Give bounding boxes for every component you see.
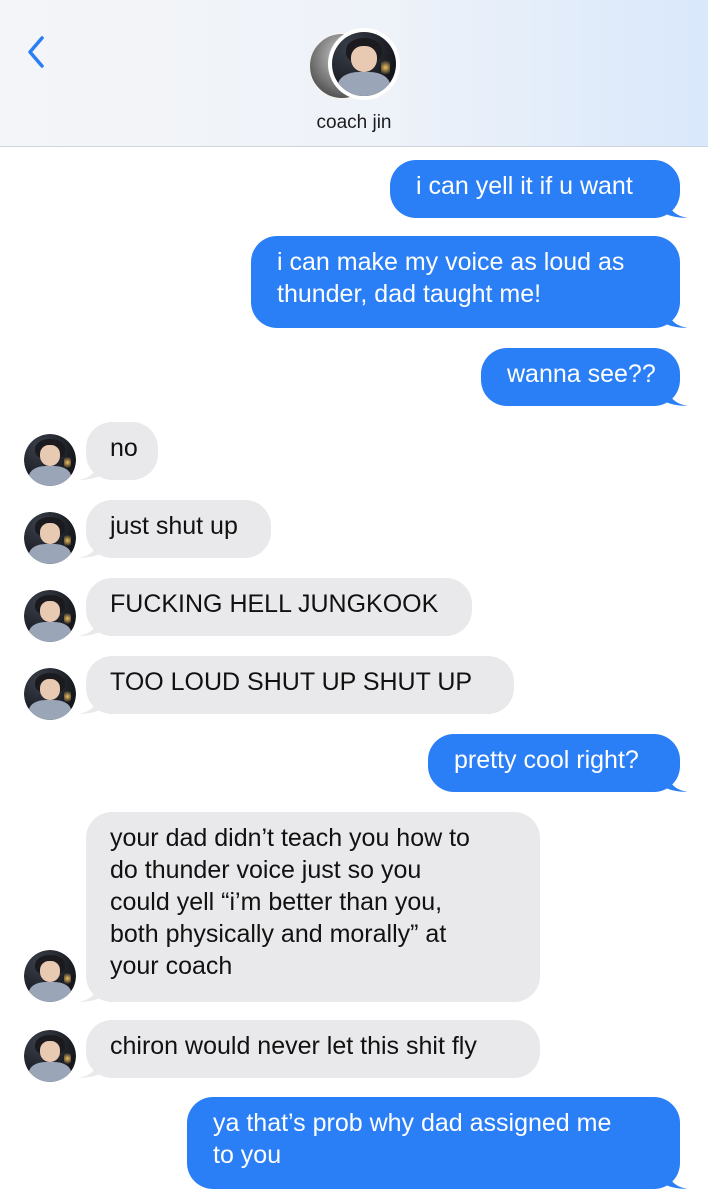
bubble-tail xyxy=(666,384,688,406)
bubble-tail xyxy=(666,306,688,328)
message-line: i can yell it if u want xyxy=(416,172,633,200)
bubble-tail xyxy=(78,458,100,480)
message-line: wanna see?? xyxy=(507,360,656,388)
message-line: ya that’s prob why dad assigned me xyxy=(213,1109,612,1137)
message-line: do thunder voice just so you xyxy=(110,856,422,884)
message-bubble[interactable]: just shut up xyxy=(78,500,271,558)
message-line: your coach xyxy=(110,952,233,980)
sender-avatar[interactable] xyxy=(24,950,76,1002)
message-bubble[interactable]: i can make my voice as loud as thunder, … xyxy=(251,236,688,328)
bubble-tail xyxy=(78,980,100,1002)
message-bubble[interactable]: ya that’s prob why dad assigned me to yo… xyxy=(187,1097,688,1189)
message-bubble[interactable]: TOO LOUD SHUT UP SHUT UP xyxy=(78,656,514,714)
message-bubble[interactable]: your dad didn’t teach you how to do thun… xyxy=(78,812,540,1002)
message-line: i can make my voice as loud as xyxy=(277,248,625,276)
bubble-tail xyxy=(78,692,100,714)
bubble-tail xyxy=(78,1056,100,1078)
chevron-left-icon xyxy=(28,36,44,68)
message-line: pretty cool right? xyxy=(454,746,639,774)
message-line: could yell “i’m better than you, xyxy=(110,888,443,916)
sender-avatar[interactable] xyxy=(24,512,76,564)
conversation-header: coach jin xyxy=(0,0,708,147)
sender-avatar[interactable] xyxy=(24,1030,76,1082)
back-button[interactable] xyxy=(20,28,56,76)
bubble-tail xyxy=(78,536,100,558)
sender-avatar[interactable] xyxy=(24,668,76,720)
message-line: to you xyxy=(213,1141,282,1169)
message-bubble[interactable]: wanna see?? xyxy=(481,348,688,406)
message-line: both physically and morally” at xyxy=(110,920,447,948)
message-bubble[interactable]: pretty cool right? xyxy=(428,734,688,792)
contact-avatar[interactable] xyxy=(308,28,400,100)
message-line: your dad didn’t teach you how to xyxy=(110,824,470,852)
sender-avatar[interactable] xyxy=(24,434,76,486)
message-line: just shut up xyxy=(110,512,238,540)
contact-name: coach jin xyxy=(316,112,392,133)
bubble-tail xyxy=(666,770,688,792)
bubble-tail xyxy=(78,614,100,636)
message-line: TOO LOUD SHUT UP SHUT UP xyxy=(110,668,473,696)
message-bubble[interactable]: FUCKING HELL JUNGKOOK xyxy=(78,578,472,636)
message-line: thunder, dad taught me! xyxy=(277,280,542,308)
message-line: FUCKING HELL JUNGKOOK xyxy=(110,590,439,618)
bubble-tail xyxy=(666,1167,688,1189)
message-bubble[interactable]: no xyxy=(78,422,158,480)
sender-avatar[interactable] xyxy=(24,590,76,642)
message-bubble[interactable]: chiron would never let this shit fly xyxy=(78,1020,540,1078)
bubble-tail xyxy=(666,196,688,218)
message-line: chiron would never let this shit fly xyxy=(110,1032,477,1060)
avatar-primary xyxy=(328,28,400,100)
message-bubble[interactable]: i can yell it if u want xyxy=(390,160,688,218)
message-line: no xyxy=(110,434,138,462)
